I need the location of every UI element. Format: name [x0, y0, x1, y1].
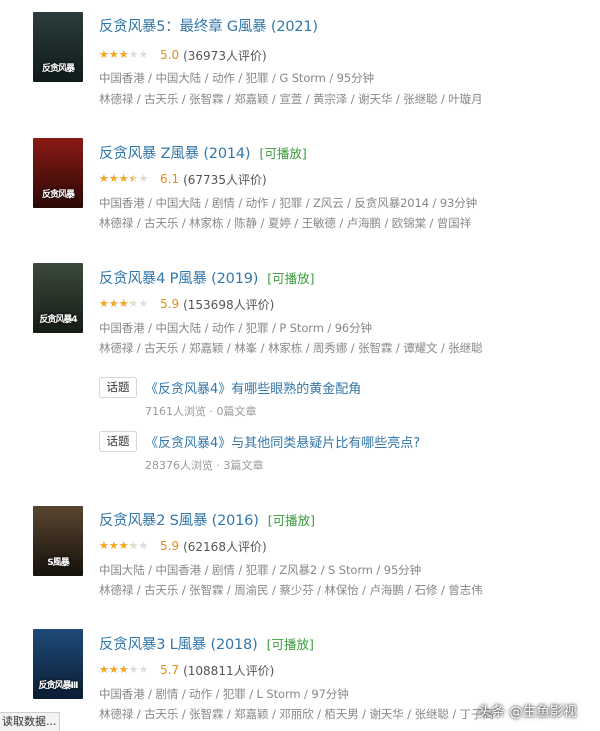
movie-poster[interactable]: 反贪风暴 [33, 12, 83, 82]
topic-title-link[interactable]: 《反贪风暴4》与其他同类悬疑片比有哪些亮点? [145, 432, 420, 451]
movie-title-link[interactable]: 反贪风暴3 L風暴 (2018) [99, 637, 258, 653]
star-rating-icon: ★★★★★★★★★★ [99, 47, 149, 61]
movie-poster[interactable]: S風暴 [33, 506, 83, 576]
star-rating-icon: ★★★★★★★★★★ [99, 538, 149, 552]
rating-votes: (153698人评价) [183, 297, 275, 312]
star-rating-icon: ★★★★★★★★★★ [99, 662, 149, 676]
watermark: 头条 @生鱼影视 [478, 704, 577, 720]
movie-cast: 林德禄 / 古天乐 / 林家栋 / 陈静 / 夏婷 / 王敏德 / 卢海鹏 / … [99, 216, 472, 230]
playable-badge[interactable]: [可播放] [259, 146, 306, 161]
movie-meta: 中国香港 / 中国大陆 / 动作 / 犯罪 / G Storm / 95分钟 [99, 71, 374, 85]
star-rating-icon: ★★★★★★★★★★ [99, 171, 149, 185]
rating-votes: (108811人评价) [183, 663, 275, 678]
poster-caption: 反贪风暴 [41, 190, 75, 200]
movie-meta: 中国香港 / 剧情 / 动作 / 犯罪 / L Storm / 97分钟 [99, 687, 349, 701]
movie-meta: 中国大陆 / 中国香港 / 剧情 / 犯罪 / Z风暴2 / S Storm /… [99, 563, 421, 577]
movie-cast: 林德禄 / 古天乐 / 张智霖 / 郑嘉颖 / 邓丽欣 / 栢天男 / 谢天华 … [99, 707, 494, 721]
movie-poster[interactable]: 反贪风暴4 [33, 263, 83, 333]
movie-title-link[interactable]: 反贪风暴2 S風暴 (2016) [99, 513, 259, 529]
topic-stats: 7161人浏览 · 0篇文章 [145, 405, 257, 418]
playable-badge[interactable]: [可播放] [267, 271, 314, 286]
movie-title-link[interactable]: 反贪风暴4 P風暴 (2019) [99, 271, 258, 287]
movie-meta: 中国香港 / 中国大陆 / 动作 / 犯罪 / P Storm / 96分钟 [99, 321, 372, 335]
rating-score: 5.7 [160, 663, 180, 677]
rating-score: 5.9 [160, 539, 180, 553]
poster-caption: 反贪风暴III [38, 681, 78, 691]
poster-caption: 反贪风暴4 [39, 315, 77, 325]
browser-status-bar: 读取数据... [0, 712, 60, 731]
movie-cast: 林德禄 / 古天乐 / 张智霖 / 周渝民 / 蔡少芬 / 林保怡 / 卢海鹏 … [99, 583, 483, 597]
topic-title-link[interactable]: 《反贪风暴4》有哪些眼熟的黄金配角 [145, 378, 361, 397]
movie-meta: 中国香港 / 中国大陆 / 剧情 / 动作 / 犯罪 / Z风云 / 反贪风暴2… [99, 196, 478, 210]
rating-score: 6.1 [160, 172, 180, 186]
movie-title-link[interactable]: 反贪风暴 Z風暴 (2014) [99, 146, 251, 162]
movie-cast: 林德禄 / 古天乐 / 郑嘉颖 / 林峯 / 林家栋 / 周秀娜 / 张智霖 /… [99, 341, 483, 355]
topic-tag[interactable]: 话题 [99, 431, 137, 452]
rating-score: 5.9 [160, 297, 180, 311]
poster-caption: 反贪风暴 [41, 64, 75, 74]
rating-votes: (62168人评价) [183, 539, 267, 554]
playable-badge[interactable]: [可播放] [268, 513, 315, 528]
movie-poster[interactable]: 反贪风暴III [33, 629, 83, 699]
rating-votes: (36973人评价) [183, 48, 267, 63]
rating-votes: (67735人评价) [183, 172, 267, 187]
movie-title-link[interactable]: 反贪风暴5：最终章 G風暴 (2021) [99, 19, 318, 35]
movie-cast: 林德禄 / 古天乐 / 张智霖 / 郑嘉颖 / 宣萱 / 黄宗泽 / 谢天华 /… [99, 92, 483, 106]
topic-stats: 28376人浏览 · 3篇文章 [145, 459, 264, 472]
poster-caption: S風暴 [47, 558, 69, 568]
playable-badge[interactable]: [可播放] [267, 637, 314, 652]
rating-score: 5.0 [160, 48, 180, 62]
star-rating-icon: ★★★★★★★★★★ [99, 296, 149, 310]
movie-poster[interactable]: 反贪风暴 [33, 138, 83, 208]
topic-tag[interactable]: 话题 [99, 377, 137, 398]
